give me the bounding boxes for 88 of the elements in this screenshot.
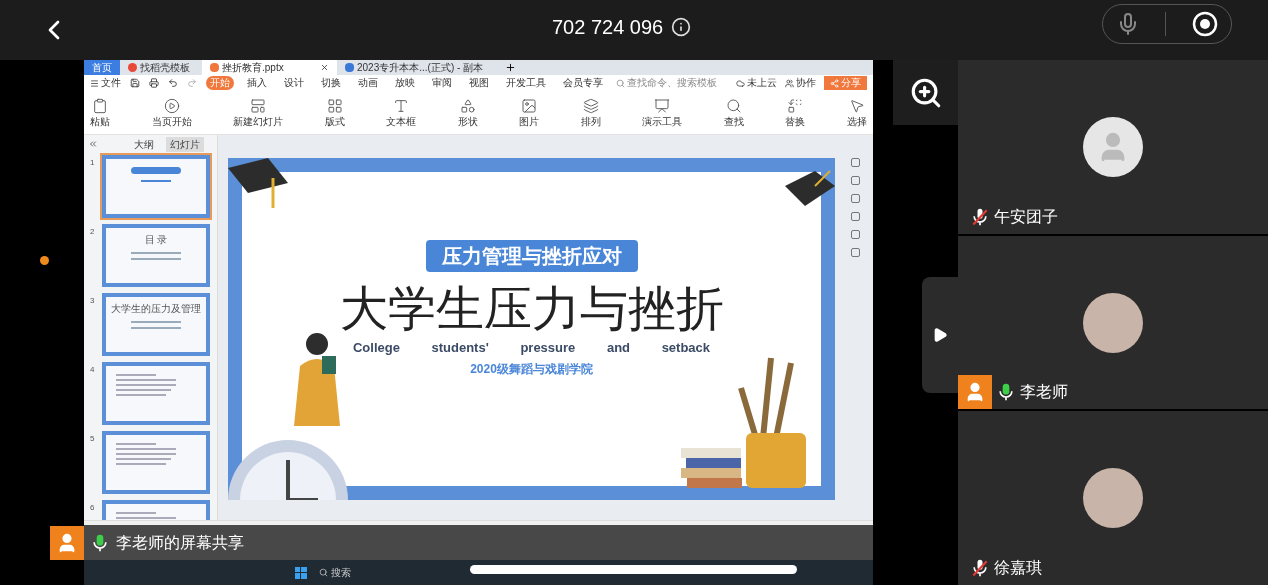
slide-thumbnail[interactable] xyxy=(102,431,210,494)
replace-icon xyxy=(787,97,804,114)
save-icon[interactable] xyxy=(130,78,140,88)
zoom-panel[interactable] xyxy=(893,60,958,125)
document-tab[interactable]: 2023专升本本...(正式) - 副本 xyxy=(337,60,496,75)
search-icon xyxy=(318,568,328,577)
menu-tab[interactable]: 插入 xyxy=(243,76,271,90)
participant-name: 李老师 xyxy=(1020,382,1068,403)
ribbon-button[interactable]: 形状 xyxy=(457,97,478,128)
document-file-icon xyxy=(345,63,354,72)
menu-tab[interactable]: 审阅 xyxy=(428,76,456,90)
share-label: 李老师的屏幕共享 xyxy=(116,532,244,553)
ribbon-button[interactable]: 演示工具 xyxy=(642,97,683,128)
ribbon-button[interactable]: 选择 xyxy=(846,97,867,128)
start-icon[interactable] xyxy=(294,566,307,579)
mic-icon xyxy=(90,532,110,553)
ribbon-button[interactable]: 版式 xyxy=(324,97,345,128)
file-menu[interactable]: 文件 xyxy=(90,76,121,90)
menu-tab[interactable]: 会员专享 xyxy=(559,76,607,90)
pointer-icon xyxy=(848,97,865,114)
ribbon-button[interactable]: 图片 xyxy=(519,97,540,128)
slide-add-icon xyxy=(250,97,267,114)
record-icon[interactable] xyxy=(1192,11,1219,37)
ribbon-button[interactable]: 查找 xyxy=(723,97,744,128)
taskbar-search[interactable]: 搜索 xyxy=(318,565,351,580)
share-icon xyxy=(830,78,839,88)
people-icon xyxy=(785,78,794,88)
meeting-id: 702 724 096 xyxy=(552,15,664,40)
slide-department: 2020级舞蹈与戏剧学院 xyxy=(470,360,593,378)
play-icon xyxy=(932,327,948,343)
menu-tab[interactable]: 动画 xyxy=(354,76,382,90)
search-icon xyxy=(725,97,742,114)
collaborate-button[interactable]: 协作 xyxy=(785,76,816,90)
ribbon-button[interactable]: 替换 xyxy=(785,97,806,128)
slide-number: 2 xyxy=(90,226,96,238)
search-icon xyxy=(616,78,625,88)
ribbon-button[interactable]: 新建幻灯片 xyxy=(233,97,284,128)
ribbon-button[interactable]: 当页开始 xyxy=(151,97,192,128)
layers-icon xyxy=(582,97,599,114)
menu-tab[interactable]: 开发工具 xyxy=(502,76,550,90)
participant-name: 徐嘉琪 xyxy=(994,558,1042,578)
cloud-icon xyxy=(736,78,745,88)
slide-title: 大学生压力与挫折 xyxy=(339,280,724,336)
document-tab[interactable]: 挫折教育.pptx xyxy=(202,60,337,75)
template-icon xyxy=(128,63,137,72)
command-search[interactable]: 查找命令、搜索模板 xyxy=(616,76,717,90)
slide-number: 4 xyxy=(90,364,96,376)
undo-icon[interactable] xyxy=(168,78,178,88)
menu-tab[interactable]: 放映 xyxy=(391,76,419,90)
ribbon-button[interactable]: 排列 xyxy=(580,97,601,128)
new-tab-icon[interactable] xyxy=(505,62,517,73)
cloud-status[interactable]: 未上云 xyxy=(736,76,777,90)
layout-icon xyxy=(326,97,343,114)
menu-icon xyxy=(90,78,99,88)
slide-subtitle: College students' pressure and setback xyxy=(352,339,711,357)
slide-number: 6 xyxy=(90,502,96,514)
info-icon[interactable] xyxy=(671,17,692,37)
slide-thumbnail[interactable] xyxy=(102,155,210,218)
menu-tab[interactable]: 切换 xyxy=(317,76,345,90)
menu-tab[interactable]: 设计 xyxy=(280,76,308,90)
expand-panel-button[interactable] xyxy=(922,277,958,393)
print-icon[interactable] xyxy=(149,78,159,88)
collapse-icon[interactable] xyxy=(88,139,98,149)
shapes-icon xyxy=(459,97,476,114)
menu-tab[interactable]: 视图 xyxy=(465,76,493,90)
home-tab[interactable]: 首页 xyxy=(84,60,120,75)
close-icon[interactable] xyxy=(320,63,329,72)
play-icon xyxy=(163,97,180,114)
presentation-icon xyxy=(654,97,671,114)
thumbnail-title: 目 录 xyxy=(144,234,168,246)
slide-thumbnail[interactable]: 目 录 xyxy=(102,224,210,287)
pane-tab[interactable]: 大纲 xyxy=(130,136,158,152)
slides-file-icon xyxy=(210,63,219,72)
ribbon-button[interactable]: 粘贴 xyxy=(90,97,110,128)
document-tab[interactable]: 找稻壳模板 xyxy=(120,60,202,75)
slide-thumbnail[interactable] xyxy=(102,362,210,425)
image-icon xyxy=(521,97,538,114)
thumbnail-title: 大学生的压力及管理 xyxy=(111,303,201,315)
pane-tab[interactable]: 幻灯片 xyxy=(166,136,204,152)
slide-thumbnail[interactable]: 大学生的压力及管理 xyxy=(102,293,210,356)
participant-name: 午安团子 xyxy=(994,206,1058,227)
slide-number: 1 xyxy=(90,157,96,169)
clipboard-icon xyxy=(92,97,108,114)
slide-number: 3 xyxy=(90,295,96,307)
text-box-icon xyxy=(393,97,410,114)
slide-number: 5 xyxy=(90,433,96,445)
ribbon-button[interactable]: 文本框 xyxy=(386,97,417,128)
slide-badge: 压力管理与挫折应对 xyxy=(425,240,638,272)
